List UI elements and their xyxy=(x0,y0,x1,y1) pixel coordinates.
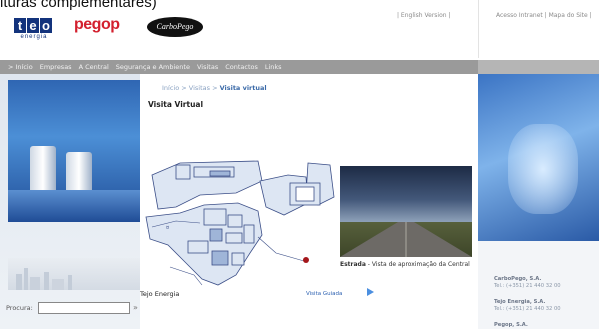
skyline-icon xyxy=(16,268,72,290)
road-graphic xyxy=(340,222,472,257)
nav-item-empresas[interactable]: Empresas xyxy=(40,63,72,71)
nav-item-seguranca-ambiente[interactable]: Segurança e Ambiente xyxy=(116,63,190,71)
english-version-link[interactable]: | English Version | xyxy=(397,12,451,19)
photo-caption: Estrada - Vista de aproximação da Centra… xyxy=(340,261,470,268)
main-content: Início > Visitas > Visita virtual Visita… xyxy=(140,74,478,329)
nav-item-visitas[interactable]: Visitas xyxy=(197,63,218,71)
nav-item-links[interactable]: Links xyxy=(265,63,282,71)
site-header: t e o energia pegop CarboPego | English … xyxy=(0,0,599,58)
contact-phone: Tel.: (+351) 21 440 32 00 xyxy=(494,283,561,289)
cooling-tower xyxy=(30,146,56,192)
contact-name: CarboPego, S.A. xyxy=(494,276,542,282)
page-title: Visita Virtual xyxy=(148,100,204,109)
contact-pegop: Pegop, S.A. xyxy=(494,322,528,329)
search-bar: Procura: » xyxy=(6,301,140,315)
nav-right-block xyxy=(478,60,599,74)
contact-tejo-energia: Tejo Energia, S.A. Tel.: (+351) 21 440 3… xyxy=(494,299,561,313)
photo-caption-text: - Vista de aproximação da Central xyxy=(365,261,470,268)
contact-name: Tejo Energia, S.A. xyxy=(494,299,546,305)
nav-item-contactos[interactable]: Contactos xyxy=(225,63,258,71)
nav-item-inicio[interactable]: > Início xyxy=(8,63,33,71)
search-label: Procura: xyxy=(6,304,33,312)
contacts-panel: CarboPego, S.A. Tel.: (+351) 21 440 32 0… xyxy=(478,241,599,329)
guided-tour-link[interactable]: Visita Guiada xyxy=(306,291,342,297)
header-divider xyxy=(478,0,479,58)
tejo-energia-logo[interactable]: t e o energia xyxy=(14,18,54,44)
cooling-tower xyxy=(66,152,92,192)
road-view-photo[interactable] xyxy=(340,166,472,257)
nav-item-a-central[interactable]: A Central xyxy=(79,63,109,71)
carbopego-logo[interactable]: CarboPego xyxy=(147,17,203,37)
logo-tejo-sub: energia xyxy=(20,34,48,40)
right-decorative-photo xyxy=(478,74,599,241)
contact-name: Pegop, S.A. xyxy=(494,322,528,328)
breadcrumb-path[interactable]: Início > Visitas > xyxy=(162,84,220,92)
skyline-graphic xyxy=(8,258,140,290)
cooling-towers-photo xyxy=(8,80,140,222)
map-label: ¤ xyxy=(166,225,169,231)
search-go-button[interactable]: » xyxy=(133,302,138,313)
main-nav: > Início Empresas A Central Segurança e … xyxy=(0,60,599,74)
intranet-sitemap-links[interactable]: Acesso Intranet | Mapa do Site | xyxy=(496,12,592,19)
contact-phone: Tel.: (+351) 21 440 32 00 xyxy=(494,306,561,312)
pegop-logo[interactable]: pegop xyxy=(74,16,120,34)
map-position-marker[interactable] xyxy=(303,257,309,263)
company-name: Tejo Energia xyxy=(140,290,180,298)
photo-caption-title: Estrada xyxy=(340,261,366,268)
contact-carbopego: CarboPego, S.A. Tel.: (+351) 21 440 32 0… xyxy=(494,276,561,290)
search-input[interactable] xyxy=(38,302,130,314)
breadcrumb: Início > Visitas > Visita virtual xyxy=(162,84,267,92)
breadcrumb-current: Visita virtual xyxy=(219,84,267,92)
play-icon[interactable] xyxy=(367,288,374,296)
site-map-diagram[interactable]: ¤ xyxy=(140,157,340,291)
